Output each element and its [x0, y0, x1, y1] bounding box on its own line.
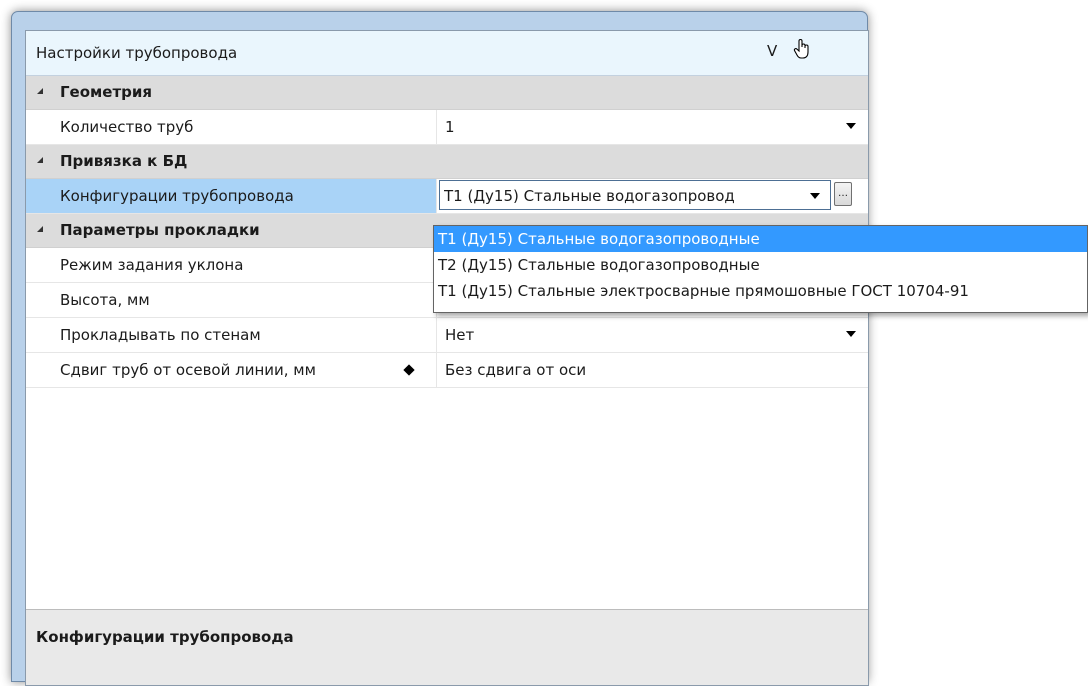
- category-label: Геометрия: [60, 83, 153, 101]
- property-panel: Настройки трубопровода V Геометрия Колич…: [25, 30, 869, 686]
- ellipsis-button[interactable]: …: [834, 182, 852, 206]
- diamond-icon: [403, 364, 415, 376]
- property-name: Количество труб: [60, 118, 194, 136]
- combobox-value: Т1 (Ду15) Стальные водогазопровод: [444, 187, 735, 205]
- property-row-axis-offset[interactable]: Сдвиг труб от осевой линии, мм Без сдвиг…: [26, 353, 868, 388]
- settings-window: Настройки трубопровода V Геометрия Колич…: [11, 11, 869, 686]
- property-row-lay-on-walls[interactable]: Прокладывать по стенам Нет: [26, 318, 868, 353]
- help-text: Конфигурации трубопровода: [36, 628, 294, 646]
- property-value: 1: [445, 118, 455, 136]
- property-value-cell[interactable]: 1: [436, 110, 868, 144]
- help-pane: Конфигурации трубопровода: [26, 609, 868, 685]
- expand-triangle-icon[interactable]: [37, 157, 43, 163]
- category-label: Параметры прокладки: [60, 221, 260, 239]
- dropdown-option[interactable]: Т1 (Ду15) Стальные водогазопроводные: [434, 226, 1087, 252]
- expand-triangle-icon[interactable]: [37, 88, 43, 94]
- property-value: Нет: [445, 326, 475, 344]
- property-value-cell[interactable]: Без сдвига от оси: [436, 353, 868, 387]
- dropdown-option[interactable]: Т1 (Ду15) Стальные электросварные прямош…: [434, 278, 1087, 304]
- property-value-cell[interactable]: Нет: [436, 318, 868, 352]
- v-label[interactable]: V: [767, 42, 777, 60]
- property-row-pipe-count[interactable]: Количество труб 1: [26, 110, 868, 145]
- category-label: Привязка к БД: [60, 152, 188, 170]
- property-name: Конфигурации трубопровода: [60, 187, 294, 205]
- dropdown-caret-icon[interactable]: [846, 331, 856, 337]
- dropdown-option[interactable]: Т2 (Ду15) Стальные водогазопроводные: [434, 252, 1087, 278]
- expand-triangle-icon[interactable]: [37, 226, 43, 232]
- dropdown-caret-icon[interactable]: [846, 123, 856, 129]
- config-dropdown-list: Т1 (Ду15) Стальные водогазопроводные Т2 …: [433, 225, 1088, 313]
- dropdown-caret-icon[interactable]: [810, 193, 820, 199]
- property-name: Сдвиг труб от осевой линии, мм: [60, 361, 316, 379]
- property-name: Высота, мм: [60, 291, 150, 309]
- category-geometry[interactable]: Геометрия: [26, 76, 868, 110]
- hand-pointer-icon: [793, 38, 811, 64]
- title-bar: Настройки трубопровода V: [26, 31, 868, 76]
- category-db-binding[interactable]: Привязка к БД: [26, 145, 868, 179]
- property-value: Без сдвига от оси: [445, 361, 587, 379]
- property-name: Режим задания уклона: [60, 256, 244, 274]
- property-row-pipe-config[interactable]: Конфигурации трубопровода Т1 (Ду15) Стал…: [26, 179, 868, 214]
- config-combobox[interactable]: Т1 (Ду15) Стальные водогазопровод: [439, 180, 831, 210]
- property-name: Прокладывать по стенам: [60, 326, 261, 344]
- window-title: Настройки трубопровода: [36, 44, 238, 62]
- property-value-cell[interactable]: Т1 (Ду15) Стальные водогазопровод …: [436, 179, 868, 213]
